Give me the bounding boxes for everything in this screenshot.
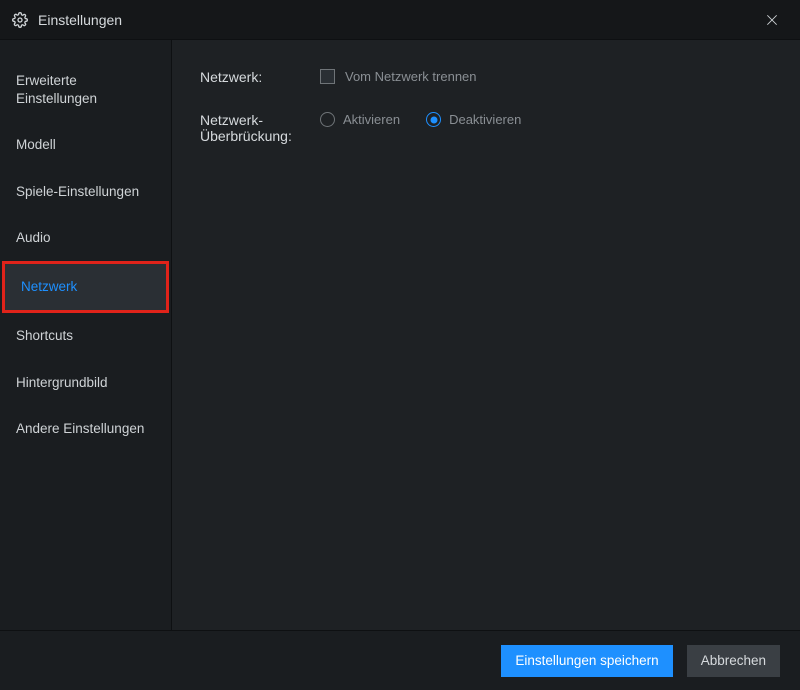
checkbox-label: Vom Netzwerk trennen: [345, 69, 477, 84]
disconnect-checkbox[interactable]: Vom Netzwerk trennen: [320, 69, 477, 84]
checkbox-box-icon: [320, 69, 335, 84]
bridging-row: Netzwerk-Überbrückung: Aktivieren Deakti…: [200, 111, 772, 144]
window-title: Einstellungen: [38, 12, 122, 28]
settings-window: Einstellungen Erweiterte Einstellungen M…: [0, 0, 800, 690]
sidebar-item-label: Modell: [16, 137, 56, 152]
radio-label: Aktivieren: [343, 112, 400, 127]
sidebar-item-label: Andere Einstellungen: [16, 421, 144, 436]
close-icon: [765, 13, 779, 27]
sidebar-item-network[interactable]: Netzwerk: [5, 264, 166, 310]
network-row: Netzwerk: Vom Netzwerk trennen: [200, 68, 772, 85]
bridging-label: Netzwerk-Überbrückung:: [200, 111, 320, 144]
highlight-frame: Netzwerk: [2, 261, 169, 313]
sidebar-item-other[interactable]: Andere Einstellungen: [0, 406, 171, 452]
sidebar-item-label: Erweiterte Einstellungen: [16, 73, 97, 106]
radio-activate[interactable]: Aktivieren: [320, 112, 400, 127]
sidebar-item-label: Shortcuts: [16, 328, 73, 343]
sidebar-item-audio[interactable]: Audio: [0, 215, 171, 261]
sidebar-item-label: Netzwerk: [21, 279, 77, 294]
sidebar-item-label: Spiele-Einstellungen: [16, 184, 139, 199]
save-button[interactable]: Einstellungen speichern: [501, 645, 672, 677]
sidebar-item-advanced[interactable]: Erweiterte Einstellungen: [0, 58, 171, 122]
radio-circle-icon: [320, 112, 335, 127]
gear-icon: [12, 12, 28, 28]
main-pane: Netzwerk: Vom Netzwerk trennen Netzwerk-…: [172, 40, 800, 630]
window-body: Erweiterte Einstellungen Modell Spiele-E…: [0, 40, 800, 630]
sidebar-item-games[interactable]: Spiele-Einstellungen: [0, 169, 171, 215]
sidebar-item-shortcuts[interactable]: Shortcuts: [0, 313, 171, 359]
sidebar-item-wallpaper[interactable]: Hintergrundbild: [0, 360, 171, 406]
radio-circle-icon: [426, 112, 441, 127]
sidebar-item-label: Audio: [16, 230, 51, 245]
cancel-button[interactable]: Abbrechen: [687, 645, 780, 677]
sidebar: Erweiterte Einstellungen Modell Spiele-E…: [0, 40, 172, 630]
sidebar-item-label: Hintergrundbild: [16, 375, 108, 390]
radio-label: Deaktivieren: [449, 112, 521, 127]
footer: Einstellungen speichern Abbrechen: [0, 630, 800, 690]
titlebar: Einstellungen: [0, 0, 800, 40]
sidebar-item-model[interactable]: Modell: [0, 122, 171, 168]
network-label: Netzwerk:: [200, 68, 320, 85]
close-button[interactable]: [756, 4, 788, 36]
radio-deactivate[interactable]: Deaktivieren: [426, 112, 521, 127]
